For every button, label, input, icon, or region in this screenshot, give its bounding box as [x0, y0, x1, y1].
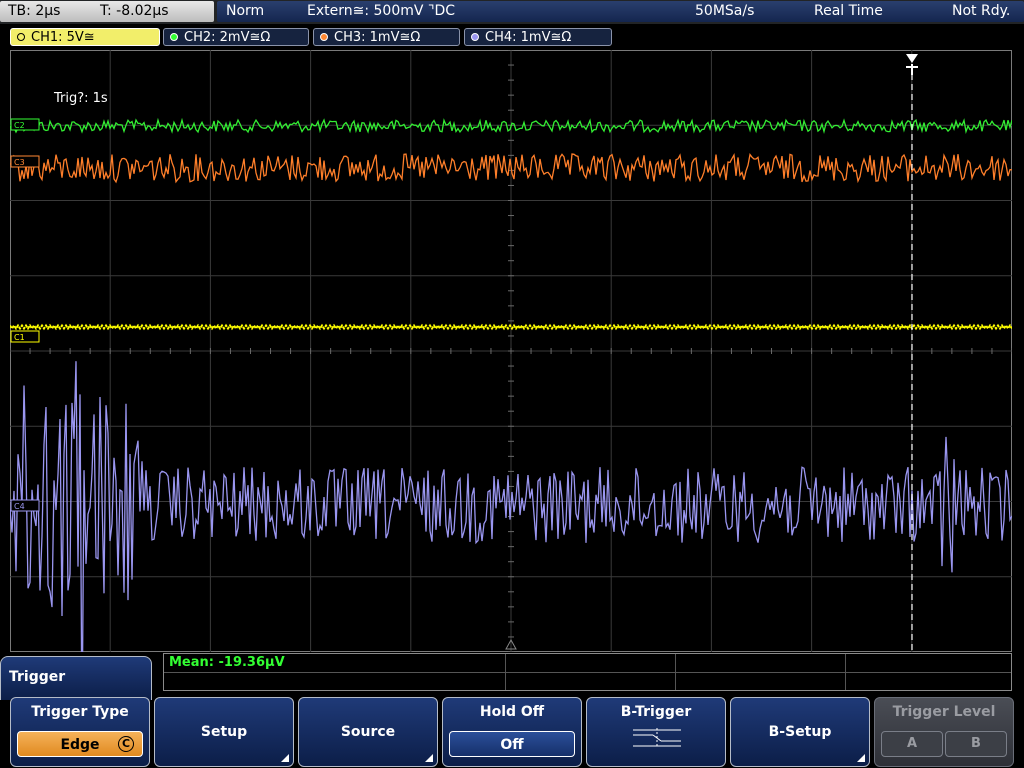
source-softkey[interactable]: Source [298, 697, 438, 767]
trigger-mode: Norm [226, 3, 265, 19]
setup-softkey[interactable]: Setup [154, 697, 294, 767]
ch2-ground-marker[interactable]: C2 [10, 118, 40, 131]
trigger-level-a-button[interactable]: A [881, 731, 943, 757]
trigger-time-readout: T: -8.02µs [100, 3, 169, 19]
ch2-label: CH2: 2mV≅Ω [184, 30, 271, 45]
trigger-type-value-button[interactable]: Edge C [17, 731, 143, 757]
trigger-status-panel[interactable]: Norm Extern≅: 500mV ⌝DC 50MSa/s Real Tim… [217, 1, 1024, 22]
b-trigger-icon [633, 728, 681, 748]
trigger-source-readout: Extern≅: 500mV ⌝DC [307, 3, 456, 19]
b-trigger-softkey[interactable]: B-Trigger [586, 697, 726, 767]
hold-off-softkey[interactable]: Hold Off Off [442, 697, 582, 767]
svg-text:C4: C4 [14, 502, 25, 511]
timebase-panel[interactable]: TB: 2µs T: -8.02µs [0, 1, 214, 22]
submenu-corner-icon [425, 754, 433, 762]
acquisition-mode: Real Time [814, 3, 883, 19]
trigger-level-b-button[interactable]: B [945, 731, 1007, 757]
trigger-type-label: Trigger Type [31, 704, 129, 720]
b-setup-softkey[interactable]: B-Setup [730, 697, 870, 767]
tab-ch2[interactable]: CH2: 2mV≅Ω [163, 28, 309, 46]
hold-off-value: Off [500, 737, 524, 753]
measurement-divider [845, 654, 846, 690]
hold-off-label: Hold Off [479, 704, 545, 720]
svg-text:C2: C2 [14, 121, 25, 130]
ch1-indicator-icon [17, 33, 25, 41]
trigger-type-softkey[interactable]: Trigger Type Edge C [10, 697, 150, 767]
tab-ch4[interactable]: CH4: 1mV≅Ω [464, 28, 612, 46]
trigger-level-label: Trigger Level [892, 704, 996, 720]
ch3-ground-marker[interactable]: C3 [10, 155, 40, 168]
trigger-level-softkey[interactable]: Trigger Level A B [874, 697, 1014, 767]
svg-text:C3: C3 [14, 158, 25, 167]
waveform-display[interactable]: Trig?: 1s C2 C3 C1 C4 [10, 50, 1012, 652]
acquisition-status: Not Rdy. [952, 3, 1011, 19]
submenu-corner-icon [281, 754, 289, 762]
ch1-ground-marker[interactable]: C1 [10, 330, 40, 343]
svg-text:C1: C1 [14, 333, 25, 342]
ch1-label: CH1: 5V≅ [31, 30, 95, 45]
submenu-corner-icon [857, 754, 865, 762]
hold-off-value-button[interactable]: Off [449, 731, 575, 757]
measurement-divider [505, 654, 506, 690]
ch3-indicator-icon [320, 33, 328, 41]
trig-status-text: Trig?: 1s [53, 91, 108, 106]
menu-title-tab: Trigger [0, 656, 152, 700]
mean-measurement: Mean: -19.36µV [169, 655, 285, 670]
ch4-ground-marker[interactable]: C4 [10, 499, 40, 512]
trigger-level-b: B [971, 736, 981, 751]
sample-rate: 50MSa/s [695, 3, 755, 19]
ch3-label: CH3: 1mV≅Ω [334, 30, 421, 45]
setup-label: Setup [200, 724, 248, 740]
source-label: Source [340, 724, 396, 740]
menu-title: Trigger [9, 669, 66, 685]
measurement-divider [164, 672, 1011, 673]
rotary-knob-icon: C [118, 736, 134, 752]
ch4-indicator-icon [471, 33, 479, 41]
measurement-panel[interactable]: Mean: -19.36µV [163, 653, 1012, 691]
ch2-indicator-icon [170, 33, 178, 41]
b-trigger-label: B-Trigger [620, 704, 692, 720]
tab-ch1[interactable]: CH1: 5V≅ [10, 28, 160, 46]
trigger-level-a: A [906, 736, 918, 751]
timebase-readout: TB: 2µs [8, 3, 61, 19]
measurement-divider [675, 654, 676, 690]
b-setup-label: B-Setup [768, 724, 832, 740]
ch4-label: CH4: 1mV≅Ω [485, 30, 572, 45]
tab-ch3[interactable]: CH3: 1mV≅Ω [313, 28, 460, 46]
trigger-type-value: Edge [60, 737, 100, 753]
